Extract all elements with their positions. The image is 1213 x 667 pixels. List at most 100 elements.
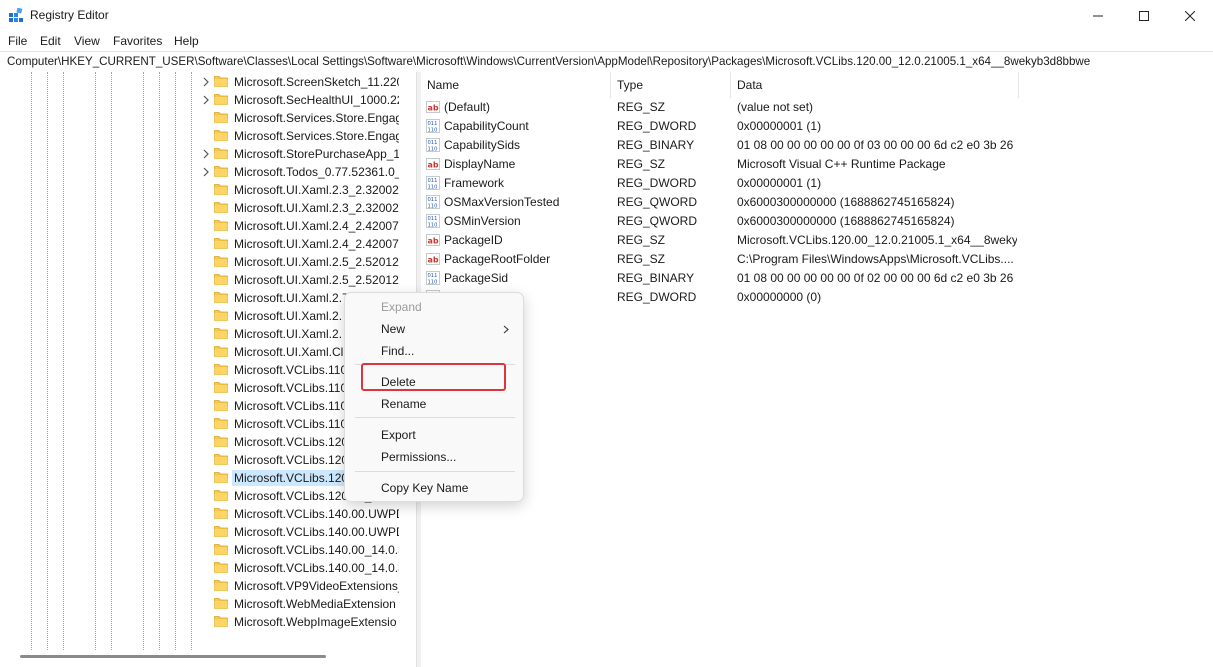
tree-item-label: Microsoft.VCLibs.110 <box>234 399 348 413</box>
value-data: 01 08 00 00 00 00 00 0f 02 00 00 00 6d c… <box>737 271 1017 285</box>
tree-item-label: Microsoft.UI.Xaml.2. <box>234 327 343 341</box>
tree-item[interactable]: Microsoft.UI.Xaml.2.3_2.32002. <box>197 181 412 199</box>
ctx-find[interactable]: Find... <box>381 344 414 358</box>
svg-text:ab: ab <box>428 161 439 170</box>
svg-text:110: 110 <box>428 128 438 134</box>
tree-item[interactable]: Microsoft.VCLibs.140.00.UWPD <box>197 523 412 541</box>
close-icon <box>1185 10 1195 21</box>
value-type: REG_SZ <box>617 252 666 266</box>
tree-item-label: Microsoft.UI.Xaml.2.4_2.42007. <box>234 237 399 251</box>
ctx-permissions[interactable]: Permissions... <box>381 450 456 464</box>
value-row[interactable]: 011 110 CapabilityCount REG_DWORD 0x00000001… <box>421 117 1041 136</box>
folder-icon <box>214 274 228 285</box>
minimize-button[interactable] <box>1075 0 1121 31</box>
values-list[interactable]: Name Type Data ab (Default) REG_SZ (value n… <box>421 72 1213 667</box>
folder-icon <box>214 112 228 123</box>
value-row[interactable]: ab PackageRootFolder REG_SZ C:\Program File… <box>421 250 1041 269</box>
ctx-new[interactable]: New <box>381 322 405 336</box>
value-data: 0x00000000 (0) <box>737 290 822 304</box>
value-name: OSMinVersion <box>444 214 521 228</box>
ctx-export[interactable]: Export <box>381 428 416 442</box>
folder-icon <box>214 166 228 177</box>
svg-text:011: 011 <box>428 121 438 127</box>
column-header-data[interactable]: Data <box>731 72 1019 98</box>
menu-favorites[interactable]: Favorites <box>113 34 162 48</box>
value-row[interactable]: ab (Default) REG_SZ (value not set) <box>421 98 1041 117</box>
chevron-right-icon[interactable] <box>201 167 211 177</box>
column-header-name[interactable]: Name <box>421 72 611 98</box>
chevron-right-icon[interactable] <box>201 77 211 87</box>
menu-edit[interactable]: Edit <box>40 34 61 48</box>
value-row[interactable]: 011 110 OSMaxVersionTested REG_QWORD 0x60003… <box>421 193 1041 212</box>
value-row[interactable]: 011 110 Framework REG_DWORD 0x00000001 (1) <box>421 174 1041 193</box>
tree-item[interactable]: Microsoft.ScreenSketch_11.220 <box>197 73 412 91</box>
column-header-type[interactable]: Type <box>611 72 731 98</box>
value-row[interactable]: 011 110 OSMinVersion REG_QWORD 0x60003000000… <box>421 212 1041 231</box>
string-value-icon: ab <box>426 158 440 170</box>
binary-value-icon: 011110 <box>426 271 440 285</box>
value-data: 0x6000300000000 (1688862745165824) <box>737 214 955 228</box>
folder-icon <box>214 436 228 447</box>
chevron-right-icon[interactable] <box>201 95 211 105</box>
tree-guide-line <box>63 72 64 650</box>
tree-item[interactable]: Microsoft.UI.Xaml.2.3_2.32002. <box>197 199 412 217</box>
folder-icon <box>214 346 228 357</box>
svg-text:110: 110 <box>428 280 438 286</box>
tree-item-label: Microsoft.WebpImageExtensio <box>234 615 397 629</box>
context-menu: Expand New Find... Delete Rename Export … <box>344 292 524 502</box>
tree-item[interactable]: Microsoft.VP9VideoExtensions_ <box>197 577 412 595</box>
binary-value-icon: 011110 <box>426 138 440 152</box>
svg-text:ab: ab <box>428 104 439 113</box>
value-data: C:\Program Files\WindowsApps\Microsoft.V… <box>737 252 1014 266</box>
value-name: DisplayName <box>444 157 516 171</box>
tree-item[interactable]: Microsoft.VCLibs.140.00_14.0.3 <box>197 541 412 559</box>
tree-item[interactable]: Microsoft.UI.Xaml.2.5_2.52012. <box>197 253 412 271</box>
value-row[interactable]: 011 110 CapabilitySids REG_BINARY 01 08 00 0… <box>421 136 1041 155</box>
close-button[interactable] <box>1167 0 1213 31</box>
value-type: REG_QWORD <box>617 195 698 209</box>
svg-text:ab: ab <box>428 237 439 246</box>
address-path[interactable]: Computer\HKEY_CURRENT_USER\Software\Clas… <box>7 55 1090 68</box>
tree-item[interactable]: Microsoft.Services.Store.Engag <box>197 127 412 145</box>
tree-item[interactable]: Microsoft.UI.Xaml.2.4_2.42007. <box>197 235 412 253</box>
ctx-separator <box>355 471 515 472</box>
tree-item-label: Microsoft.UI.Xaml.2.5_2.52012. <box>234 273 399 287</box>
delete-highlight-box <box>361 363 506 391</box>
chevron-right-icon[interactable] <box>201 149 211 159</box>
value-data: Microsoft Visual C++ Runtime Package <box>737 157 946 171</box>
tree-item[interactable]: Microsoft.Services.Store.Engag <box>197 109 412 127</box>
tree-horizontal-scrollbar[interactable] <box>20 655 326 658</box>
folder-icon <box>214 598 228 609</box>
value-data: (value not set) <box>737 100 814 114</box>
ctx-rename[interactable]: Rename <box>381 397 426 411</box>
tree-item[interactable]: Microsoft.WebMediaExtension <box>197 595 412 613</box>
menu-view[interactable]: View <box>74 34 100 48</box>
tree-item[interactable]: Microsoft.SecHealthUI_1000.22 <box>197 91 412 109</box>
tree-item[interactable]: Microsoft.Todos_0.77.52361.0_x <box>197 163 412 181</box>
tree-item[interactable]: Microsoft.UI.Xaml.2.5_2.52012. <box>197 271 412 289</box>
tree-item-label: Microsoft.VCLibs.120 <box>232 470 351 486</box>
value-row[interactable]: ab DisplayName REG_SZ Microsoft Visual C++ … <box>421 155 1041 174</box>
value-data: 0x00000001 (1) <box>737 176 822 190</box>
menu-help[interactable]: Help <box>174 34 199 48</box>
svg-text:011: 011 <box>428 178 438 184</box>
value-name: CapabilitySids <box>444 138 521 152</box>
tree-guide-line <box>95 72 96 650</box>
tree-item[interactable]: Microsoft.WebpImageExtensio <box>197 613 412 631</box>
tree-item[interactable]: Microsoft.StorePurchaseApp_1 <box>197 145 412 163</box>
value-row[interactable]: ab PackageID REG_SZ Microsoft.VCLibs.120.00… <box>421 231 1041 250</box>
address-bar[interactable]: Computer\HKEY_CURRENT_USER\Software\Clas… <box>0 51 1213 73</box>
value-type: REG_SZ <box>617 157 666 171</box>
tree-item[interactable]: Microsoft.VCLibs.140.00_14.0.3 <box>197 559 412 577</box>
menu-file[interactable]: File <box>8 34 27 48</box>
ctx-copy-key-name[interactable]: Copy Key Name <box>381 481 468 495</box>
tree-item[interactable]: Microsoft.VCLibs.140.00.UWPD <box>197 505 412 523</box>
tree-item-label: Microsoft.SecHealthUI_1000.22 <box>234 93 399 107</box>
tree-guide-line <box>111 72 112 650</box>
folder-icon <box>214 310 228 321</box>
maximize-icon <box>1139 10 1149 21</box>
maximize-button[interactable] <box>1121 0 1167 31</box>
tree-item[interactable]: Microsoft.UI.Xaml.2.4_2.42007. <box>197 217 412 235</box>
binary-value-icon: 011110 <box>426 214 440 228</box>
value-row[interactable]: 011 110 PackageSid REG_BINARY 01 08 00 00 00… <box>421 269 1041 288</box>
